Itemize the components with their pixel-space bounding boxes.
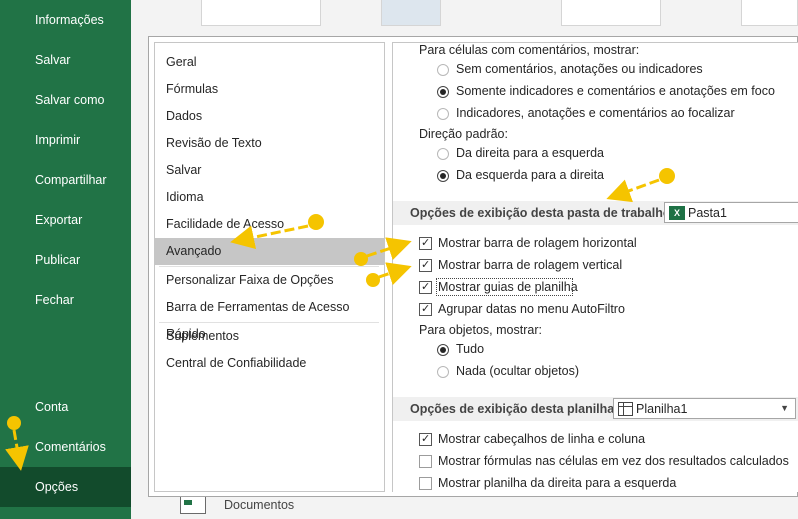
radio-sem-comentarios[interactable] bbox=[437, 64, 449, 76]
nav-item-salvar[interactable]: Salvar bbox=[155, 157, 384, 184]
chevron-down-icon[interactable]: ▼ bbox=[780, 403, 789, 413]
radio-label: Sem comentários, anotações ou indicadore… bbox=[456, 62, 703, 76]
folder-icon bbox=[180, 496, 206, 514]
objects-heading: Para objetos, mostrar: bbox=[419, 323, 542, 337]
radio-label: Tudo bbox=[456, 342, 485, 356]
nav-item-idioma[interactable]: Idioma bbox=[155, 184, 384, 211]
template-thumbnail[interactable] bbox=[381, 0, 441, 26]
checkbox-scroll-horizontal[interactable] bbox=[419, 237, 432, 250]
sheet-select[interactable]: Planilha1 ▼ bbox=[613, 398, 796, 419]
backstage-item-compartilhar[interactable]: Compartilhar bbox=[0, 160, 131, 200]
checkbox-sheet-tabs[interactable] bbox=[419, 281, 432, 294]
backstage-item-exportar[interactable]: Exportar bbox=[0, 200, 131, 240]
template-thumbnail[interactable] bbox=[201, 0, 321, 26]
documents-row[interactable]: Documentos bbox=[180, 494, 294, 516]
documents-label: Documentos bbox=[224, 498, 295, 512]
backstage-item-imprimir[interactable]: Imprimir bbox=[0, 120, 131, 160]
checkbox-label: Agrupar datas no menu AutoFiltro bbox=[438, 302, 625, 316]
backstage-item-publicar[interactable]: Publicar bbox=[0, 240, 131, 280]
excel-icon: X bbox=[669, 205, 685, 220]
radio-label: Da esquerda para a direita bbox=[456, 168, 605, 182]
backstage-item-conta[interactable]: Conta bbox=[0, 387, 131, 427]
nav-item-dados[interactable]: Dados bbox=[155, 103, 384, 130]
workbook-select-value: Pasta1 bbox=[688, 205, 727, 220]
backstage-item-comentarios[interactable]: Comentários bbox=[0, 427, 131, 467]
backstage-item-informacoes[interactable]: Informações bbox=[0, 0, 131, 40]
checkbox-group-dates[interactable] bbox=[419, 303, 432, 316]
nav-item-formulas[interactable]: Fórmulas bbox=[155, 76, 384, 103]
sheet-section-title: Opções de exibição desta planilha: bbox=[410, 402, 619, 416]
direction-heading: Direção padrão: bbox=[419, 127, 508, 141]
workbook-select[interactable]: X Pasta1 bbox=[664, 202, 798, 223]
checkbox-right-to-left[interactable] bbox=[419, 477, 432, 490]
worksheet-icon bbox=[618, 401, 633, 416]
excel-options-dialog: Geral Fórmulas Dados Revisão de Texto Sa… bbox=[148, 36, 798, 497]
sheet-select-value: Planilha1 bbox=[636, 401, 688, 416]
radio-indicadores-focalizar[interactable] bbox=[437, 108, 449, 120]
checkbox-label: Mostrar fórmulas nas células em vez dos … bbox=[438, 454, 789, 468]
nav-item-suplementos[interactable]: Suplementos bbox=[155, 323, 384, 350]
backstage-item-salvar[interactable]: Salvar bbox=[0, 40, 131, 80]
nav-item-barra-acesso-rapido[interactable]: Barra de Ferramentas de Acesso Rápido bbox=[155, 294, 384, 341]
checkbox-show-formulas[interactable] bbox=[419, 455, 432, 468]
radio-label: Da direita para a esquerda bbox=[456, 146, 605, 160]
checkbox-label: Mostrar barra de rolagem horizontal bbox=[438, 236, 637, 250]
radio-esquerda-direita[interactable] bbox=[437, 170, 449, 182]
workbook-section-title: Opções de exibição desta pasta de trabal… bbox=[410, 206, 675, 220]
checkbox-row-col-headers[interactable] bbox=[419, 433, 432, 446]
backstage-item-fechar[interactable]: Fechar bbox=[0, 280, 131, 320]
radio-somente-indicadores[interactable] bbox=[437, 86, 449, 98]
checkbox-label: Mostrar planilha da direita para a esque… bbox=[438, 476, 677, 490]
checkbox-scroll-vertical[interactable] bbox=[419, 259, 432, 272]
radio-direita-esquerda[interactable] bbox=[437, 148, 449, 160]
backstage-sidebar: Informações Salvar Salvar como Imprimir … bbox=[0, 0, 131, 519]
checkbox-label: Mostrar barra de rolagem vertical bbox=[438, 258, 623, 272]
template-thumbnail[interactable] bbox=[741, 0, 798, 26]
radio-label: Nada (ocultar objetos) bbox=[456, 364, 579, 378]
radio-objetos-nada[interactable] bbox=[437, 366, 449, 378]
nav-item-revisao[interactable]: Revisão de Texto bbox=[155, 130, 384, 157]
radio-label: Somente indicadores e comentários e anot… bbox=[456, 84, 775, 98]
options-category-list: Geral Fórmulas Dados Revisão de Texto Sa… bbox=[154, 42, 385, 492]
focus-indicator bbox=[436, 278, 573, 296]
nav-item-personalizar-faixa[interactable]: Personalizar Faixa de Opções bbox=[155, 267, 384, 294]
template-thumbnail[interactable] bbox=[561, 0, 661, 26]
options-content-pane: Para células com comentários, mostrar: S… bbox=[392, 42, 798, 492]
backstage-item-salvar-como[interactable]: Salvar como bbox=[0, 80, 131, 120]
nav-item-acessibilidade[interactable]: Facilidade de Acesso bbox=[155, 211, 384, 238]
radio-objetos-tudo[interactable] bbox=[437, 344, 449, 356]
radio-label: Indicadores, anotações e comentários ao … bbox=[456, 106, 735, 120]
checkbox-label: Mostrar cabeçalhos de linha e coluna bbox=[438, 432, 646, 446]
backstage-item-opcoes[interactable]: Opções bbox=[0, 467, 131, 507]
nav-item-central-confiabilidade[interactable]: Central de Confiabilidade bbox=[155, 350, 384, 377]
comments-heading: Para células com comentários, mostrar: bbox=[419, 43, 640, 57]
nav-item-avancado[interactable]: Avançado bbox=[155, 238, 384, 265]
nav-item-geral[interactable]: Geral bbox=[155, 49, 384, 76]
